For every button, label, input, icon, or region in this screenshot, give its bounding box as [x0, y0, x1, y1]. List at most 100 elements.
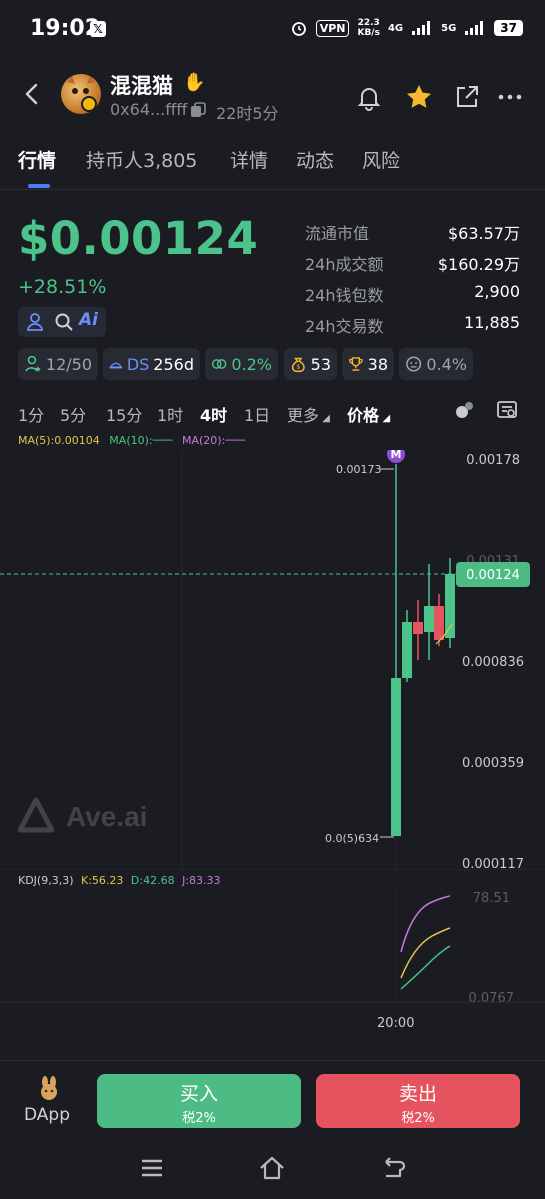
y-tick-label: 0.00178 — [466, 453, 520, 468]
tf-15m[interactable]: 15分 — [106, 402, 142, 426]
contract-address[interactable]: 0x64...ffff — [110, 100, 187, 119]
share-icon[interactable] — [452, 82, 482, 112]
detail-tabs: 行情 持币人3,805 详情 动态 风险 — [0, 140, 545, 190]
high-price-label: 0.00173 — [336, 463, 382, 476]
m-marker-label: M — [391, 450, 402, 461]
user-icon[interactable] — [25, 312, 45, 332]
candle-body — [391, 678, 401, 836]
bell-icon[interactable] — [354, 82, 384, 112]
alarm-icon — [291, 22, 306, 36]
dexscreener-badge[interactable]: DS 256d — [103, 348, 200, 380]
signal-bars-icon — [412, 21, 431, 35]
token-name: 混混猫 — [110, 74, 173, 98]
tab-activity[interactable]: 动态 — [296, 146, 334, 173]
dev-hold-badge[interactable]: 0.4% — [399, 348, 473, 380]
ai-icon[interactable]: Ai — [79, 310, 98, 330]
menu-icon[interactable] — [138, 1154, 166, 1182]
ma-legend: MA(5):0.00104 MA(10):─── MA(20):─── — [18, 434, 246, 447]
price-change: +28.51% — [18, 276, 107, 298]
ds-hat-icon — [109, 362, 123, 369]
signal-bars-icon — [465, 21, 484, 35]
svg-text:$: $ — [296, 363, 300, 371]
low-price-label: 0.0(5)634 — [325, 832, 379, 845]
tf-1d[interactable]: 1日 — [244, 402, 270, 426]
kdj-indicator-chart[interactable]: 78.51 0.0767 — [0, 888, 545, 1003]
candle-body — [424, 606, 434, 632]
y-tick-label: 0.000117 — [462, 857, 524, 870]
tab-risk[interactable]: 风险 — [362, 146, 400, 173]
token-header: 混混猫 ✋ 0x64...ffff 22时5分 — [0, 62, 545, 132]
swap-tax-badge[interactable]: 0.2% — [205, 348, 278, 380]
face-icon — [406, 356, 422, 372]
back-nav-icon[interactable] — [380, 1154, 408, 1182]
token-age: 22时5分 — [216, 104, 279, 123]
money-bag-badge[interactable]: $ 53 — [284, 348, 337, 380]
back-arrow-icon[interactable] — [18, 80, 46, 108]
stat-row: 流通市值 $63.57万 — [305, 224, 520, 243]
dapp-bunny-icon — [41, 1076, 57, 1100]
kdj-tick-label: 78.51 — [473, 891, 510, 906]
trade-action-bar: DApp 买入 税2% 卖出 税2% — [0, 1060, 545, 1140]
tab-active-indicator — [28, 184, 50, 188]
user-star-icon — [25, 355, 41, 372]
money-bag-icon: $ — [291, 357, 305, 373]
candles — [391, 464, 455, 836]
indicator-toggle-icon[interactable] — [453, 398, 477, 422]
y-tick-label: 0.000836 — [462, 655, 524, 670]
token-avatar — [61, 74, 101, 114]
kdj-legend: KDJ(9,3,3) K:56.23 D:42.68 J:83.33 — [18, 874, 221, 887]
trophy-icon — [349, 357, 363, 371]
tf-5m[interactable]: 5分 — [60, 402, 86, 426]
current-price: $0.00124 — [18, 212, 259, 265]
trophy-badge[interactable]: 38 — [342, 348, 394, 380]
tab-details[interactable]: 详情 — [230, 146, 268, 173]
battery-indicator: 37 — [494, 20, 523, 36]
svg-text:Ave.ai: Ave.ai — [66, 801, 147, 832]
current-price-tag-label: 0.00124 — [466, 568, 520, 583]
verified-hand-icon: ✋ — [183, 72, 206, 93]
kdj-j-line — [400, 895, 451, 953]
ave-watermark: Ave.ai — [17, 797, 147, 833]
stat-row: 24h钱包数 2,900 — [305, 282, 520, 305]
tab-holders[interactable]: 持币人3,805 — [86, 146, 197, 173]
net-speed: 22.3 KB/s — [357, 18, 380, 38]
more-dots-icon[interactable] — [495, 82, 525, 112]
swap-rings-icon — [211, 359, 227, 369]
sell-button[interactable]: 卖出 税2% — [316, 1074, 520, 1128]
price-mode-dropdown[interactable]: 价格 ◢ — [347, 402, 390, 426]
status-bar: 19:02 𝕏 VPN 22.3 KB/s 4G 5G 37 — [0, 0, 545, 60]
stat-row: 24h交易数 11,885 — [305, 313, 520, 336]
holders-ratio-badge[interactable]: 12/50 — [18, 348, 98, 380]
candlestick-chart[interactable]: Ave.ai 0.00173 0.0(5)634 M 0.00178 0.001… — [0, 450, 545, 870]
candle-body — [445, 574, 455, 638]
chart-settings-icon[interactable] — [495, 398, 519, 422]
kdj-k-line — [400, 927, 451, 979]
tf-1h[interactable]: 1时 — [157, 402, 183, 426]
bnb-chain-icon — [81, 96, 97, 112]
kdj-d-line — [400, 945, 451, 990]
star-favorite-icon[interactable] — [404, 82, 434, 112]
tf-1m[interactable]: 1分 — [18, 402, 44, 426]
system-nav-bar — [0, 1140, 545, 1199]
candle-body — [413, 622, 423, 634]
tf-4h[interactable]: 4时 — [200, 402, 227, 426]
candle-body — [434, 606, 444, 640]
candle-body — [402, 622, 412, 678]
search-icon[interactable] — [54, 312, 74, 332]
status-right: VPN 22.3 KB/s 4G 5G 37 — [290, 18, 523, 38]
copy-icon[interactable] — [190, 102, 206, 118]
market-stats: 流通市值 $63.57万 24h成交额 $160.29万 24h钱包数 2,900 2… — [305, 220, 520, 344]
signal-4g: 4G — [387, 22, 404, 34]
vpn-badge: VPN — [315, 19, 350, 37]
tab-market[interactable]: 行情 — [18, 146, 56, 173]
tf-more-dropdown[interactable]: 更多 ◢ — [287, 402, 330, 426]
signal-5g: 5G — [441, 22, 457, 34]
home-icon[interactable] — [258, 1154, 286, 1182]
price-tools: Ai — [18, 307, 106, 337]
stat-row: 24h成交额 $160.29万 — [305, 255, 520, 274]
x-app-icon: 𝕏 — [90, 21, 106, 37]
kdj-tick-label: 0.0767 — [469, 991, 515, 1003]
x-tick-label: 20:00 — [377, 1016, 415, 1031]
buy-button[interactable]: 买入 税2% — [97, 1074, 301, 1128]
y-tick-label: 0.000359 — [462, 756, 524, 771]
